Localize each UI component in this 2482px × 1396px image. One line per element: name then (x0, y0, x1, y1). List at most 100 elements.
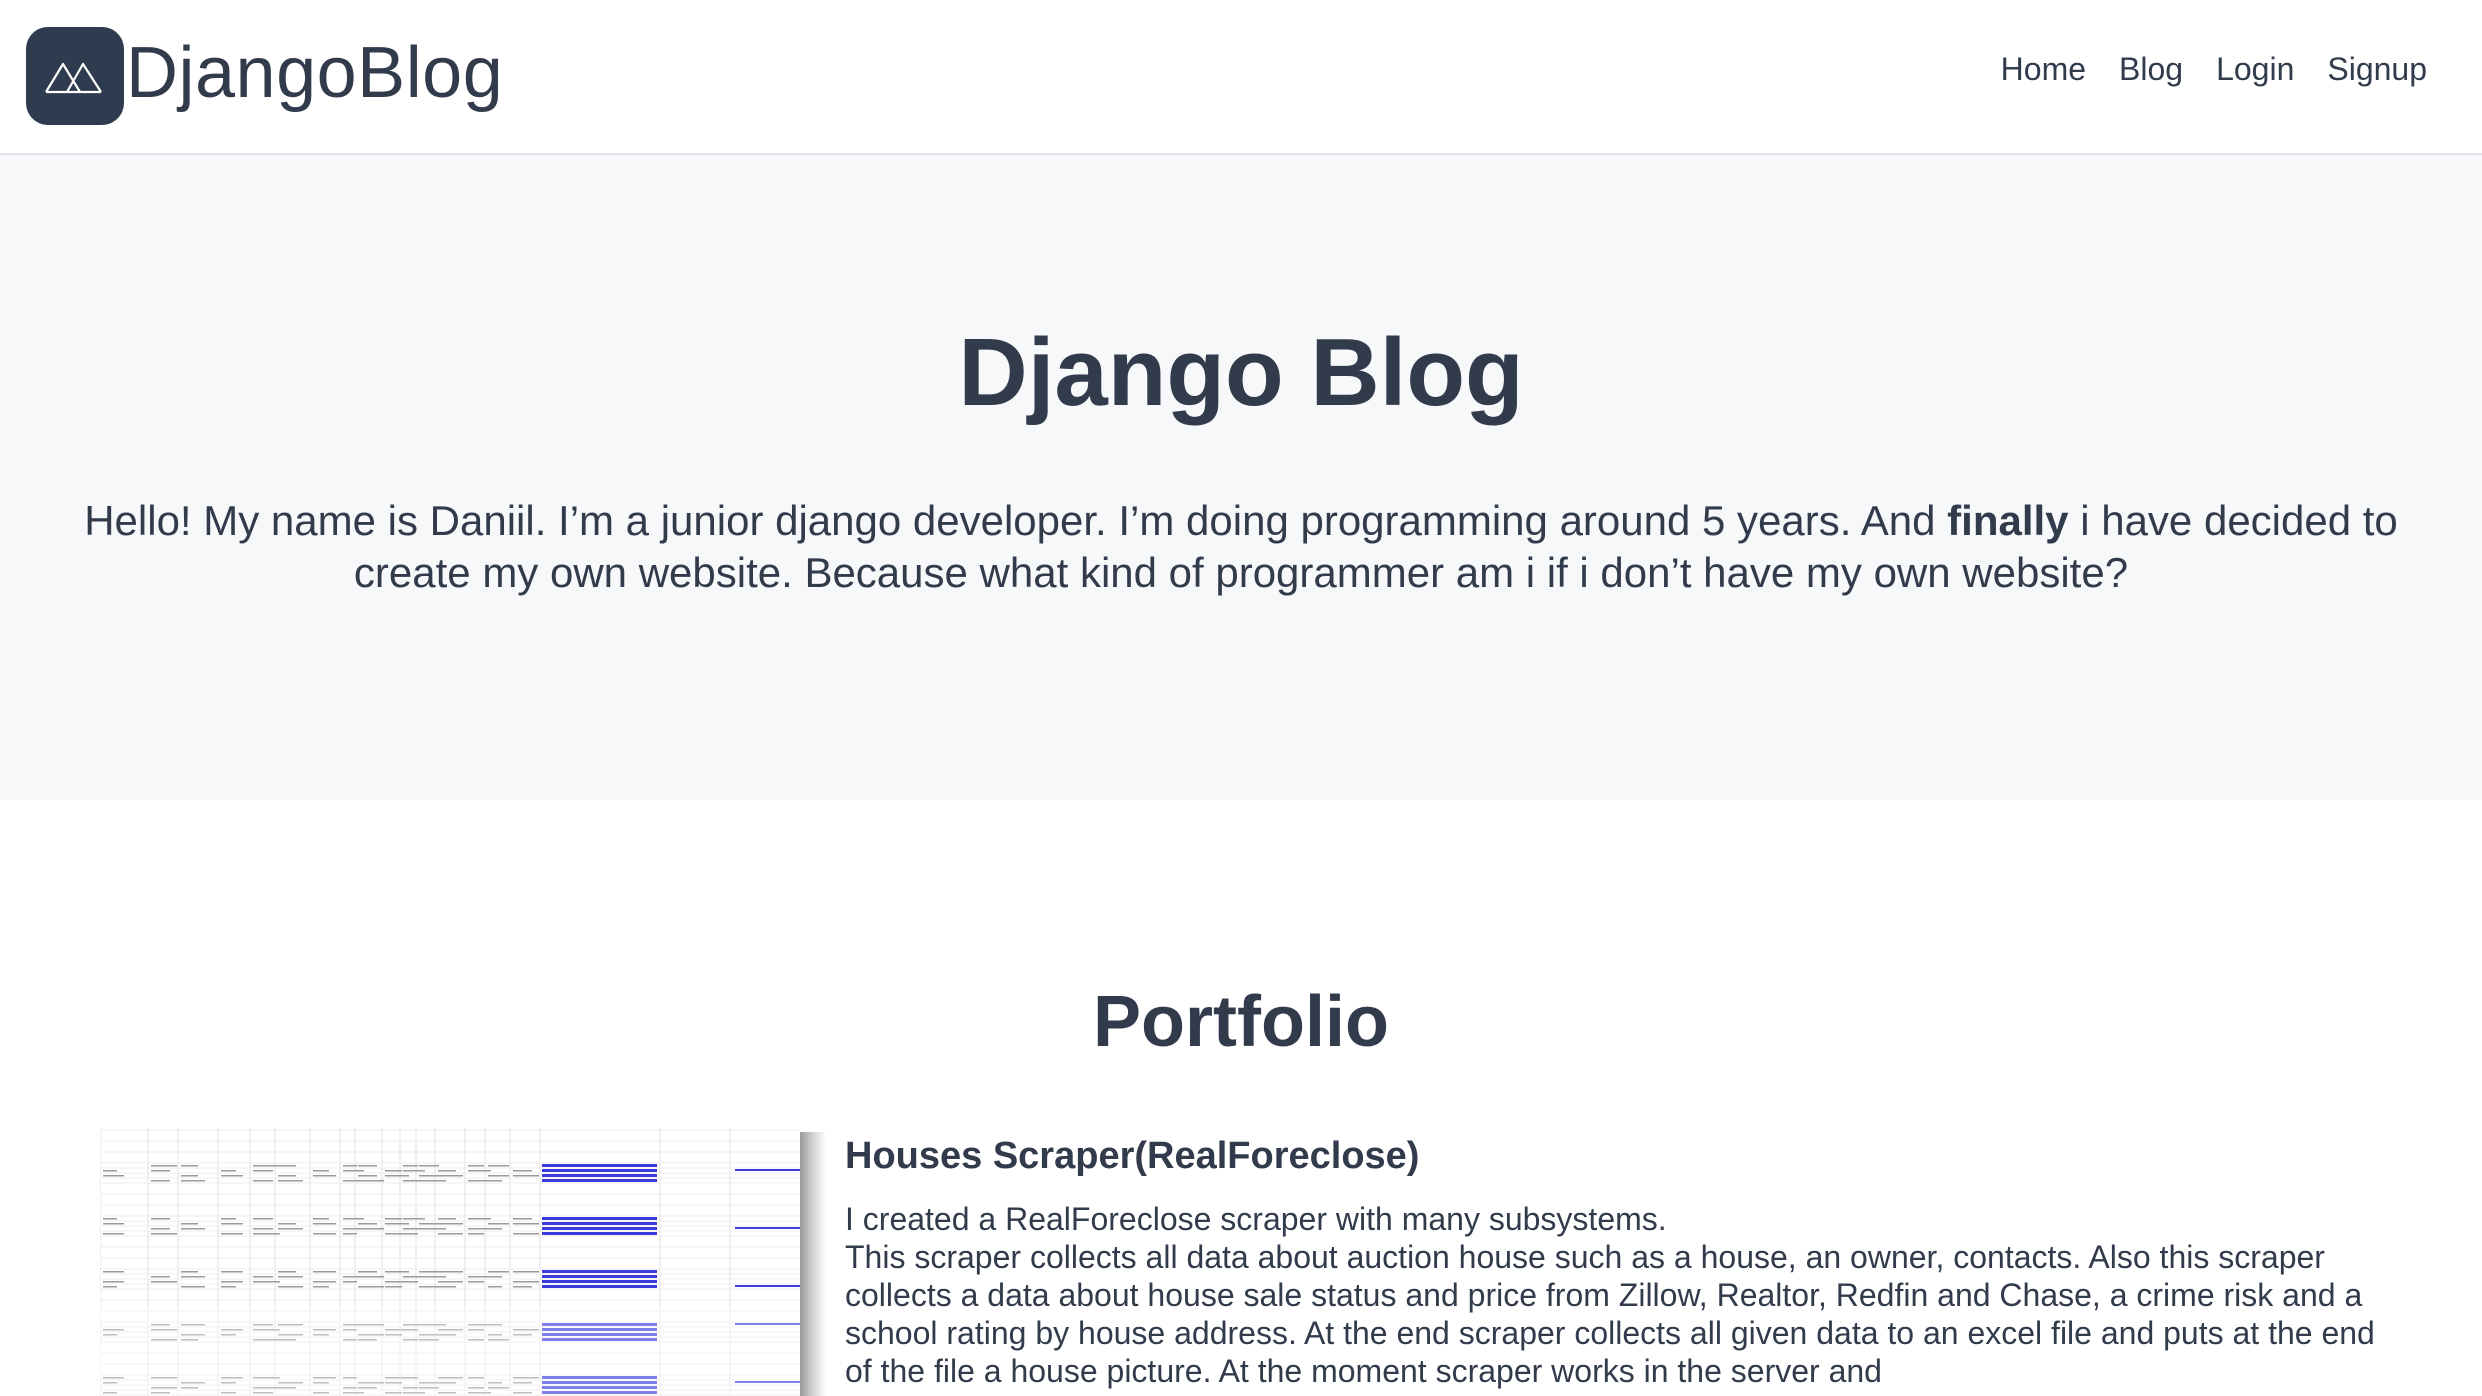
sheet-cell-text (438, 1281, 463, 1283)
sheet-cell-text (103, 1223, 124, 1225)
sheet-cell-text (313, 1286, 329, 1288)
sheet-cell-text (403, 1281, 418, 1283)
portfolio-title: Portfolio (1093, 982, 1389, 1062)
sheet-cell-text (438, 1218, 456, 1220)
sheet-cell-text (438, 1170, 456, 1172)
sheet-cell-text (419, 1276, 446, 1278)
sheet-cell-text (181, 1180, 205, 1182)
sheet-cell-text (419, 1223, 439, 1225)
sheet-link-cell (735, 1285, 800, 1287)
sheet-cell-text (151, 1281, 177, 1283)
sheet-cell-text (403, 1218, 425, 1220)
sheet-cell-text (103, 1170, 117, 1172)
sheet-cell-text (403, 1165, 418, 1167)
nav-login-link[interactable]: Login (2216, 50, 2294, 88)
sheet-cell-text (358, 1180, 384, 1182)
sheet-cell-text (151, 1165, 177, 1167)
sheet-cell-text (468, 1228, 491, 1230)
sheet-cell-text (103, 1286, 117, 1288)
sheet-cell-text (313, 1271, 336, 1273)
sheet-cell-text (513, 1170, 532, 1172)
sheet-cell-text (278, 1271, 296, 1273)
sheet-link-cell (542, 1164, 657, 1167)
sheet-cell-text (313, 1223, 336, 1225)
hero-intro: Hello! My name is Daniil. I’m a junior d… (40, 495, 2442, 599)
spreadsheet-thumbnail (100, 1128, 800, 1396)
sheet-cell-text (358, 1276, 384, 1278)
project-title: Houses Scraper(RealForeclose) (845, 1135, 1420, 1177)
sheet-link-cell (542, 1232, 657, 1235)
nav-signup-link[interactable]: Signup (2327, 50, 2427, 88)
main-nav: Home Blog Login Signup (2001, 50, 2427, 88)
sheet-cell-text (488, 1175, 509, 1177)
sheet-cell-text (438, 1233, 463, 1235)
hero-intro-start: Hello! My name is Daniil. I’m a junior d… (84, 497, 1948, 544)
sheet-fade (100, 1308, 800, 1396)
sheet-cell-text (221, 1281, 243, 1283)
sheet-cell-text (385, 1218, 402, 1220)
sheet-cell-text (513, 1218, 532, 1220)
sheet-cell-text (488, 1180, 502, 1182)
sheet-cell-text (513, 1223, 539, 1225)
sheet-cell-text (385, 1286, 402, 1288)
sheet-cell-text (221, 1233, 243, 1235)
sheet-cell-text (385, 1223, 409, 1225)
sheet-cell-text (419, 1271, 439, 1273)
sheet-cell-text (313, 1233, 336, 1235)
sheet-cell-text (343, 1170, 364, 1172)
sheet-cell-text (343, 1233, 357, 1235)
sheet-cell-text (278, 1276, 303, 1278)
sheet-cell-text (358, 1165, 377, 1167)
project-description-line: I created a RealForeclose scraper with m… (845, 1201, 1667, 1237)
sheet-cell-text (278, 1165, 296, 1167)
sheet-link-cell (542, 1270, 657, 1273)
project-description: I created a RealForeclose scraper with m… (845, 1200, 2385, 1390)
sheet-cell-text (468, 1276, 491, 1278)
sheet-cell-text (403, 1170, 425, 1172)
sheet-cell-text (468, 1170, 491, 1172)
brand-link[interactable]: DjangoBlog (26, 26, 503, 126)
sheet-cell-text (488, 1223, 509, 1225)
sheet-cell-text (181, 1223, 198, 1225)
sheet-cell-text (385, 1170, 402, 1172)
sheet-cell-text (438, 1286, 456, 1288)
sheet-cell-text (221, 1223, 243, 1225)
sheet-cell-text (419, 1175, 439, 1177)
sheet-cell-text (343, 1165, 357, 1167)
sheet-cell-text (253, 1180, 273, 1182)
sheet-cell-text (313, 1281, 336, 1283)
sheet-cell-text (488, 1228, 502, 1230)
sheet-cell-text (488, 1271, 509, 1273)
sheet-cell-text (151, 1233, 177, 1235)
sheet-cell-text (313, 1170, 329, 1172)
sheet-link-cell (542, 1222, 657, 1225)
sheet-cell-text (468, 1180, 491, 1182)
sheet-cell-text (513, 1233, 539, 1235)
sheet-cell-text (253, 1281, 280, 1283)
logo-badge (26, 27, 124, 125)
sheet-cell-text (181, 1175, 198, 1177)
sheet-cell-text (488, 1276, 502, 1278)
sheet-cell-text (438, 1223, 463, 1225)
sheet-cell-text (278, 1223, 296, 1225)
sheet-cell-text (488, 1286, 502, 1288)
sheet-cell-text (253, 1170, 273, 1172)
sheet-cell-text (343, 1281, 357, 1283)
sheet-cell-text (253, 1218, 273, 1220)
project-screenshot[interactable] (100, 1128, 826, 1396)
sheet-cell-text (313, 1218, 329, 1220)
sheet-cell-text (278, 1228, 303, 1230)
sheet-link-cell (542, 1169, 657, 1172)
sheet-cell-text (513, 1271, 539, 1273)
hero-title: Django Blog (958, 319, 1524, 426)
sheet-cell-text (253, 1228, 273, 1230)
nav-blog-link[interactable]: Blog (2119, 50, 2183, 88)
sheet-link-cell (542, 1179, 657, 1182)
sheet-cell-text (278, 1175, 296, 1177)
sheet-cell-text (221, 1170, 236, 1172)
sheet-cell-text (103, 1271, 124, 1273)
nav-home-link[interactable]: Home (2001, 50, 2086, 88)
brand-name: DjangoBlog (126, 33, 504, 113)
sheet-cell-text (513, 1175, 539, 1177)
sheet-cell-text (419, 1228, 446, 1230)
